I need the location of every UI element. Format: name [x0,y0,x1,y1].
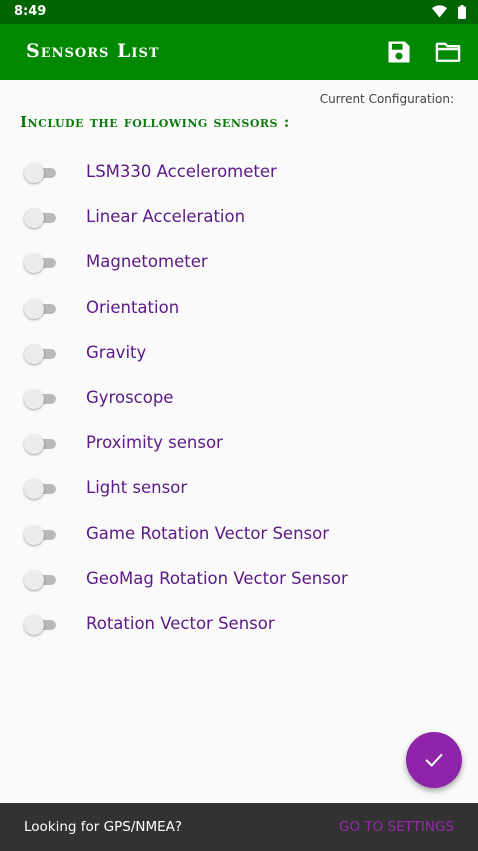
switch-thumb [24,343,44,364]
sensor-toggle-switch[interactable] [24,208,56,229]
sensor-label: LSM330 Accelerometer [86,162,277,181]
switch-thumb [24,479,44,500]
app-bar: Sensors List [0,24,478,80]
switch-thumb [24,614,44,635]
switch-thumb [24,298,44,319]
sensor-label: Linear Acceleration [86,207,246,227]
sensor-toggle-switch[interactable] [24,253,56,274]
sensor-toggle-switch[interactable] [24,388,56,409]
save-button[interactable] [385,38,415,68]
sensor-toggle-switch[interactable] [24,298,56,319]
sensor-row[interactable]: Light sensor [0,466,478,511]
sensor-row[interactable]: Orientation [0,286,478,331]
check-icon [425,753,443,767]
snackbar-message: Looking for GPS/NMEA? [24,819,183,835]
sensor-label: Game Rotation Vector Sensor [86,523,329,543]
sensor-row[interactable]: Gravity [0,331,478,376]
sensor-toggle-switch[interactable] [24,343,56,364]
sensor-row[interactable]: Magnetometer [0,240,478,285]
sensor-label: Magnetometer [86,252,208,272]
switch-thumb [24,253,44,274]
switch-thumb [24,163,44,183]
open-folder-button[interactable] [434,38,464,68]
switch-thumb [24,208,44,229]
sensor-label: Proximity sensor [86,433,223,453]
sensor-toggle-switch[interactable] [24,569,56,590]
sensor-label: Gyroscope [86,387,174,407]
sensor-label: GeoMag Rotation Vector Sensor [86,568,348,588]
sensor-row[interactable]: GeoMag Rotation Vector Sensor [0,557,478,602]
sensor-toggle-switch[interactable] [24,479,56,500]
battery-icon [458,5,466,19]
sensor-toggle-switch[interactable] [24,614,56,635]
go-to-settings-button[interactable]: GO TO SETTINGS [339,819,454,835]
folder-icon [435,42,461,62]
sensor-label: Gravity [86,342,147,362]
app-actions [371,38,464,70]
sensor-toggle-switch[interactable] [24,163,56,183]
sensor-row[interactable]: LSM330 Accelerometer [0,150,478,195]
sensor-row[interactable]: Linear Acceleration [0,195,478,240]
sensor-row[interactable]: Game Rotation Vector Sensor [0,512,478,557]
sensor-label: Rotation Vector Sensor [86,613,275,633]
sensor-label: Light sensor [86,478,188,498]
snackbar: Looking for GPS/NMEA? GO TO SETTINGS [0,803,478,851]
status-icons [426,5,466,24]
sensor-row[interactable]: Proximity sensor [0,421,478,466]
sensor-label: Orientation [86,297,180,317]
include-sensors-heading: Include the following sensors : [20,113,290,131]
status-bar: 8:49 [0,0,478,24]
switch-thumb [24,388,44,409]
save-icon [388,41,410,63]
confirm-fab-button[interactable] [406,732,462,788]
switch-thumb [24,434,44,455]
switch-thumb [24,524,44,545]
sensor-list: LSM330 Accelerometer Linear Acceleration M… [0,150,478,647]
current-configuration-label: Current Configuration: [319,92,454,106]
sensor-row[interactable]: Rotation Vector Sensor [0,602,478,647]
sensor-toggle-switch[interactable] [24,524,56,545]
wifi-icon [431,5,447,18]
switch-thumb [24,569,44,590]
app-title: Sensors List [26,40,160,62]
sensor-toggle-switch[interactable] [24,434,56,455]
status-time: 8:49 [14,4,47,19]
sensor-row[interactable]: Gyroscope [0,376,478,421]
